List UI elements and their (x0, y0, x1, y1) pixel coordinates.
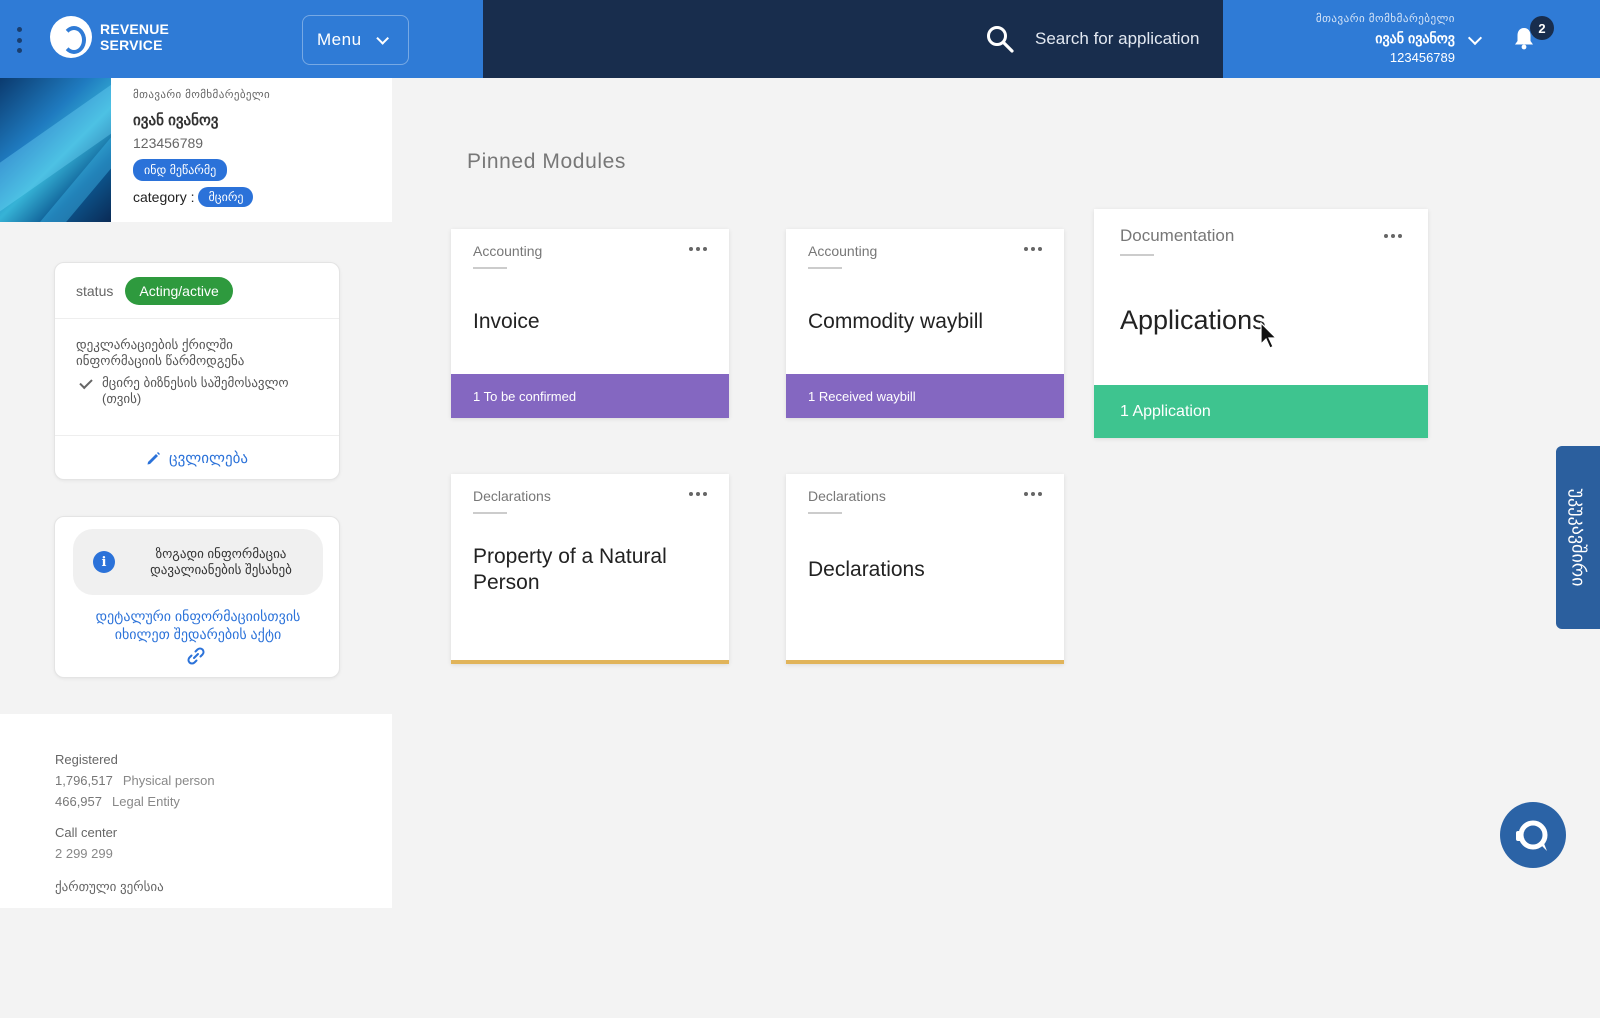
legal-count: 466,957 (55, 794, 102, 809)
link-icon[interactable] (185, 645, 207, 667)
module-title: Applications (1120, 305, 1266, 335)
module-card-invoice[interactable]: Accounting Invoice 1 To be confirmed (451, 229, 729, 418)
module-category: Accounting (473, 243, 543, 269)
more-options-icon[interactable] (1384, 234, 1402, 238)
module-footer[interactable]: 1 To be confirmed (451, 374, 729, 418)
info-bubble: i ზოგადი ინფორმაცია დავალიანების შესახებ (73, 529, 323, 595)
legal-entity-row: 466,957 Legal Entity (55, 794, 392, 809)
module-category: Declarations (808, 488, 886, 514)
module-title: Property of a Natural Person (473, 545, 667, 594)
logo-icon (50, 16, 92, 58)
profile-info: მთავარი მომხმარებელი ივან ივანოვ 1234567… (111, 78, 270, 222)
info-icon: i (93, 551, 115, 573)
user-id: 123456789 (1389, 50, 1455, 65)
header-right: მთავარი მომხმარებელი ივან ივანოვ 1234567… (1223, 0, 1600, 78)
declaration-line-2: ინფორმაციის წარმოდგენა (76, 353, 245, 368)
profile-id: 123456789 (133, 135, 204, 151)
call-center-label: Call center (55, 825, 118, 840)
declaration-check-item: მცირე ბიზნესის საშემოსავლო (თვის) (76, 375, 318, 407)
top-bar: REVENUE SERVICE Menu მთავარი მომხმარებელ… (0, 0, 1600, 78)
call-center-number: 2 299 299 (55, 846, 113, 861)
chat-support-button[interactable] (1500, 802, 1566, 868)
physical-person-row: 1,796,517 Physical person (55, 773, 392, 788)
chat-headset-icon (1516, 820, 1548, 851)
language-switch-link[interactable]: ქართული ვერსია (55, 879, 392, 895)
profile-name: ივან ივანოვ (133, 112, 219, 129)
category-badge: მცირე (198, 187, 254, 207)
stats-panel: Registered 1,796,517 Physical person 466,… (0, 714, 392, 908)
menu-button[interactable]: Menu (302, 15, 409, 65)
debt-info-card: i ზოგადი ინფორმაცია დავალიანების შესახებ… (54, 516, 340, 678)
more-options-icon[interactable] (689, 247, 707, 251)
module-category: Declarations (473, 488, 551, 514)
search-bar (483, 0, 1600, 78)
module-card-property-declaration[interactable]: Declarations Property of a Natural Perso… (451, 474, 729, 664)
profile-card: მთავარი მომხმარებელი ივან ივანოვ 1234567… (0, 78, 392, 222)
user-name: ივან ივანოვ (1375, 30, 1455, 46)
status-badge: Acting/active (125, 276, 233, 305)
more-options-icon[interactable] (689, 492, 707, 496)
pencil-icon (147, 451, 161, 464)
module-title: Invoice (473, 310, 540, 333)
status-body: დეკლარაციების ქრილში ინფორმაციის წარმოდგ… (55, 319, 339, 436)
profile-image (0, 78, 111, 222)
module-category: Accounting (808, 243, 878, 269)
menu-button-label: Menu (317, 30, 362, 49)
chevron-down-icon (375, 31, 389, 45)
category-row: category : მცირე (133, 187, 270, 207)
category-label: category : (133, 189, 195, 205)
module-card-commodity-waybill[interactable]: Accounting Commodity waybill 1 Received … (786, 229, 1064, 418)
module-footer[interactable]: 1 Application (1094, 385, 1428, 438)
more-options-icon[interactable] (1024, 492, 1042, 496)
notification-badge[interactable]: 2 (1530, 16, 1554, 40)
declaration-check-text: მცირე ბიზნესის საშემოსავლო (თვის) (102, 375, 289, 406)
logo-line2: SERVICE (100, 37, 163, 53)
physical-label: Physical person (122, 773, 215, 788)
status-card: status Acting/active დეკლარაციების ქრილშ… (54, 262, 340, 480)
logo-line1: REVENUE (100, 21, 170, 37)
declaration-line-1: დეკლარაციების ქრილში (76, 337, 233, 352)
physical-count: 1,796,517 (55, 773, 113, 788)
user-menu[interactable]: მთავარი მომხმარებელი ივან ივანოვ 1234567… (1316, 12, 1455, 65)
profile-role: მთავარი მომხმარებელი (133, 89, 271, 101)
status-label: status (76, 282, 114, 299)
entity-type-badge: ინდ მეწარმე (133, 159, 228, 181)
more-options-icon[interactable] (1024, 247, 1042, 251)
feedback-tab[interactable]: უკუკავშირი (1556, 446, 1600, 629)
info-bubble-text: ზოგადი ინფორმაცია დავალიანების შესახებ (150, 546, 292, 577)
revenue-service-logo[interactable]: REVENUE SERVICE (50, 16, 169, 58)
comparison-act-link[interactable]: დეტალური ინფორმაციისთვის იხილეთ შედარები… (67, 607, 329, 643)
kebab-menu-icon[interactable] (16, 27, 22, 53)
checkmark-icon (79, 375, 93, 390)
pinned-modules-title: Pinned Modules (467, 150, 626, 173)
header-left: REVENUE SERVICE Menu (0, 0, 483, 78)
logo-text: REVENUE SERVICE (100, 21, 169, 53)
module-title: Commodity waybill (808, 310, 984, 333)
module-card-declarations[interactable]: Declarations Declarations (786, 474, 1064, 664)
module-footer[interactable]: 1 Received waybill (786, 374, 1064, 418)
module-category: Documentation (1120, 226, 1235, 256)
feedback-tab-label: უკუკავშირი (1568, 488, 1589, 587)
legal-label: Legal Entity (112, 794, 180, 809)
user-chevron-down-icon[interactable] (1467, 30, 1483, 46)
edit-button[interactable]: ცვლილება (55, 436, 339, 480)
edit-label: ცვლილება (169, 450, 248, 467)
registered-label: Registered (55, 752, 118, 767)
status-header: status Acting/active (55, 263, 339, 319)
module-title: Declarations (808, 558, 925, 581)
user-role: მთავარი მომხმარებელი (1315, 13, 1455, 25)
mouse-cursor-icon (1260, 322, 1278, 349)
search-icon[interactable] (986, 25, 1014, 53)
